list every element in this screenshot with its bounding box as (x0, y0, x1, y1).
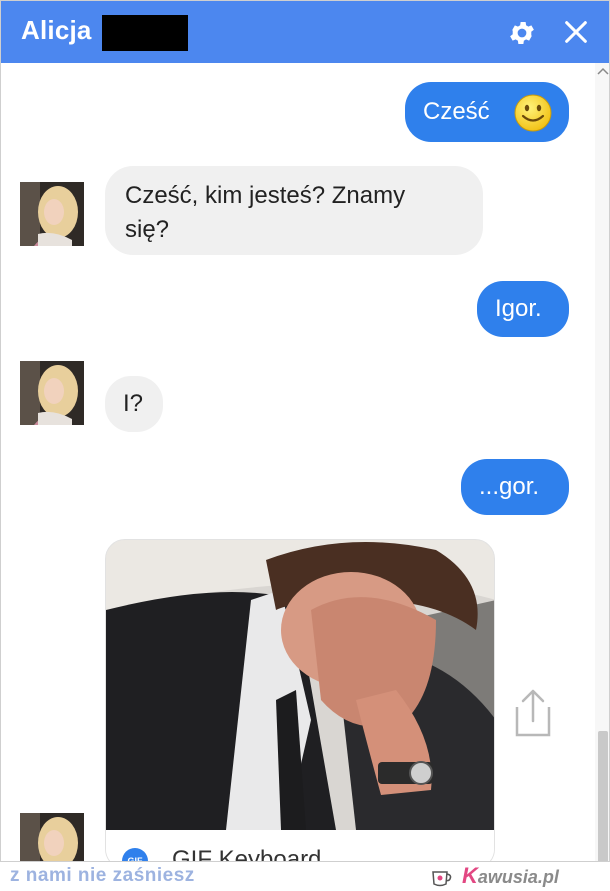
redacted-surname (102, 15, 188, 51)
message-text-line: się? (125, 216, 170, 243)
message-text: Cześć (423, 98, 490, 125)
message-text-line: Cześć, kim jesteś? Znamy (125, 182, 406, 209)
chat-header: Alicja (1, 1, 609, 63)
incoming-message[interactable]: I? (105, 376, 163, 432)
message-text: ...gor. (479, 473, 540, 500)
footer-slogan: z nami nie zaśniesz (10, 865, 195, 886)
gif-message[interactable]: GIF GIF Keyboard (105, 539, 495, 862)
smiling-face-emoji-icon (514, 94, 552, 132)
chat-window: Alicja Cześć Cześć, kim jesteś? Znamy si… (0, 0, 610, 862)
incoming-message[interactable]: Cześć, kim jesteś? Znamy się? (105, 166, 483, 255)
share-icon[interactable] (511, 687, 555, 739)
outgoing-message[interactable]: ...gor. (461, 459, 569, 515)
scroll-up-arrow-icon[interactable] (597, 67, 609, 75)
outgoing-message[interactable]: Igor. (477, 281, 569, 337)
footer-brand-initial: K (462, 863, 478, 888)
outgoing-message[interactable]: Cześć (405, 82, 569, 142)
close-icon[interactable] (562, 18, 590, 46)
message-text: I? (123, 390, 144, 417)
contact-avatar[interactable] (20, 361, 84, 425)
watermark-footer: z nami nie zaśniesz Kawusia.pl (0, 862, 610, 891)
footer-brand-rest: awusia.pl (477, 867, 559, 887)
contact-avatar[interactable] (20, 813, 84, 862)
message-text: Igor. (495, 295, 542, 322)
gif-source-bar: GIF GIF Keyboard (106, 830, 494, 862)
coffee-cup-icon (432, 871, 452, 887)
scrollbar-thumb[interactable] (598, 731, 608, 861)
facepalm-gif-image[interactable] (106, 540, 495, 830)
contact-name[interactable]: Alicja (21, 15, 92, 46)
gear-icon[interactable] (507, 18, 537, 48)
contact-avatar[interactable] (20, 182, 84, 246)
gif-source-label: GIF Keyboard (172, 846, 322, 862)
footer-brand: Kawusia.pl (462, 863, 559, 889)
gif-keyboard-logo: GIF (122, 848, 148, 861)
